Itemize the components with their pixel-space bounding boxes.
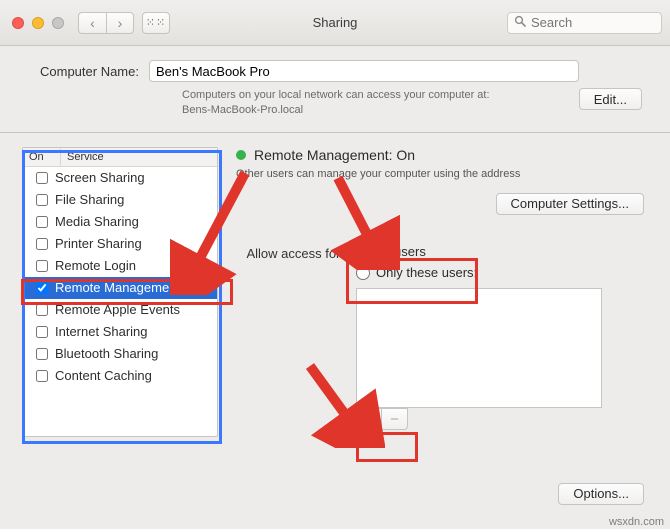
service-row[interactable]: Bluetooth Sharing	[23, 343, 217, 365]
show-all-button[interactable]: ⁙⁙	[142, 12, 170, 34]
edit-hostname-button[interactable]: Edit...	[579, 88, 642, 110]
service-row[interactable]: File Sharing	[23, 189, 217, 211]
service-row[interactable]: Remote Login	[23, 255, 217, 277]
service-row[interactable]: Internet Sharing	[23, 321, 217, 343]
service-enable-checkbox[interactable]	[36, 370, 48, 382]
status-title: Remote Management: On	[254, 147, 415, 163]
service-label: Media Sharing	[55, 214, 139, 229]
back-button[interactable]: ‹	[78, 12, 106, 34]
radio-only-users[interactable]: Only these users:	[356, 265, 477, 280]
radio-all-users-label: All users	[376, 244, 426, 259]
chevron-right-icon: ›	[118, 15, 123, 31]
status-indicator-icon	[236, 150, 246, 160]
service-label: Remote Management	[55, 280, 180, 295]
add-user-button[interactable]: +	[356, 408, 382, 430]
titlebar: ‹ › ⁙⁙ Sharing	[0, 0, 670, 46]
service-row[interactable]: Remote Management	[23, 277, 217, 299]
plus-icon: +	[365, 411, 374, 428]
services-header: On Service	[23, 148, 217, 167]
search-icon	[514, 15, 526, 30]
service-enable-checkbox[interactable]	[36, 260, 48, 272]
services-table: On Service Screen Sharing File Sharing Med…	[22, 147, 218, 437]
service-enable-checkbox[interactable]	[36, 282, 48, 294]
close-window-button[interactable]	[12, 17, 24, 29]
service-row[interactable]: Remote Apple Events	[23, 299, 217, 321]
service-label: Remote Login	[55, 258, 136, 273]
nav-back-forward: ‹ ›	[78, 12, 134, 34]
service-enable-checkbox[interactable]	[36, 216, 48, 228]
zoom-window-button[interactable]	[52, 17, 64, 29]
allow-access-radios: All users Only these users:	[356, 244, 477, 280]
service-row[interactable]: Printer Sharing	[23, 233, 217, 255]
search-field-wrap[interactable]	[507, 12, 662, 34]
service-detail: Remote Management: On Other users can ma…	[236, 147, 648, 511]
service-row[interactable]: Screen Sharing	[23, 167, 217, 189]
service-enable-checkbox[interactable]	[36, 304, 48, 316]
service-label: Bluetooth Sharing	[55, 346, 158, 361]
col-service: Service	[61, 148, 110, 166]
forward-button[interactable]: ›	[106, 12, 134, 34]
status-subtitle: Other users can manage your computer usi…	[236, 167, 556, 182]
service-enable-checkbox[interactable]	[36, 194, 48, 206]
computer-name-help: Computers on your local network can acce…	[182, 88, 490, 118]
service-label: Screen Sharing	[55, 170, 145, 185]
service-enable-checkbox[interactable]	[36, 172, 48, 184]
allowed-users-list[interactable]	[356, 288, 602, 408]
computer-settings-button[interactable]: Computer Settings...	[496, 193, 645, 215]
service-row[interactable]: Media Sharing	[23, 211, 217, 233]
computer-name-panel: Computer Name: Computers on your local n…	[0, 46, 670, 133]
service-label: Content Caching	[55, 368, 152, 383]
grid-icon: ⁙⁙	[146, 16, 166, 29]
sharing-body: On Service Screen Sharing File Sharing Med…	[0, 133, 670, 529]
service-label: File Sharing	[55, 192, 124, 207]
services-list[interactable]: Screen Sharing File Sharing Media Sharing P…	[23, 167, 217, 436]
watermark: wsxdn.com	[609, 516, 664, 528]
col-on: On	[23, 148, 61, 166]
minimize-window-button[interactable]	[32, 17, 44, 29]
service-label: Printer Sharing	[55, 236, 142, 251]
options-button[interactable]: Options...	[558, 483, 644, 505]
radio-all-users-input[interactable]	[356, 245, 370, 259]
search-input[interactable]	[531, 15, 655, 30]
service-row[interactable]: Content Caching	[23, 365, 217, 387]
radio-all-users[interactable]: All users	[356, 244, 477, 259]
add-remove-users: + −	[356, 408, 648, 430]
computer-name-label: Computer Name:	[40, 64, 139, 79]
window-controls	[12, 17, 64, 29]
allow-access-label: Allow access for:	[236, 244, 344, 280]
service-label: Remote Apple Events	[55, 302, 180, 317]
service-enable-checkbox[interactable]	[36, 238, 48, 250]
service-enable-checkbox[interactable]	[36, 348, 48, 360]
radio-only-users-label: Only these users:	[376, 265, 477, 280]
remove-user-button[interactable]: −	[382, 408, 408, 430]
radio-only-users-input[interactable]	[356, 266, 370, 280]
chevron-left-icon: ‹	[90, 15, 95, 31]
service-label: Internet Sharing	[55, 324, 148, 339]
minus-icon: −	[390, 411, 399, 428]
service-enable-checkbox[interactable]	[36, 326, 48, 338]
computer-name-input[interactable]	[149, 60, 579, 82]
